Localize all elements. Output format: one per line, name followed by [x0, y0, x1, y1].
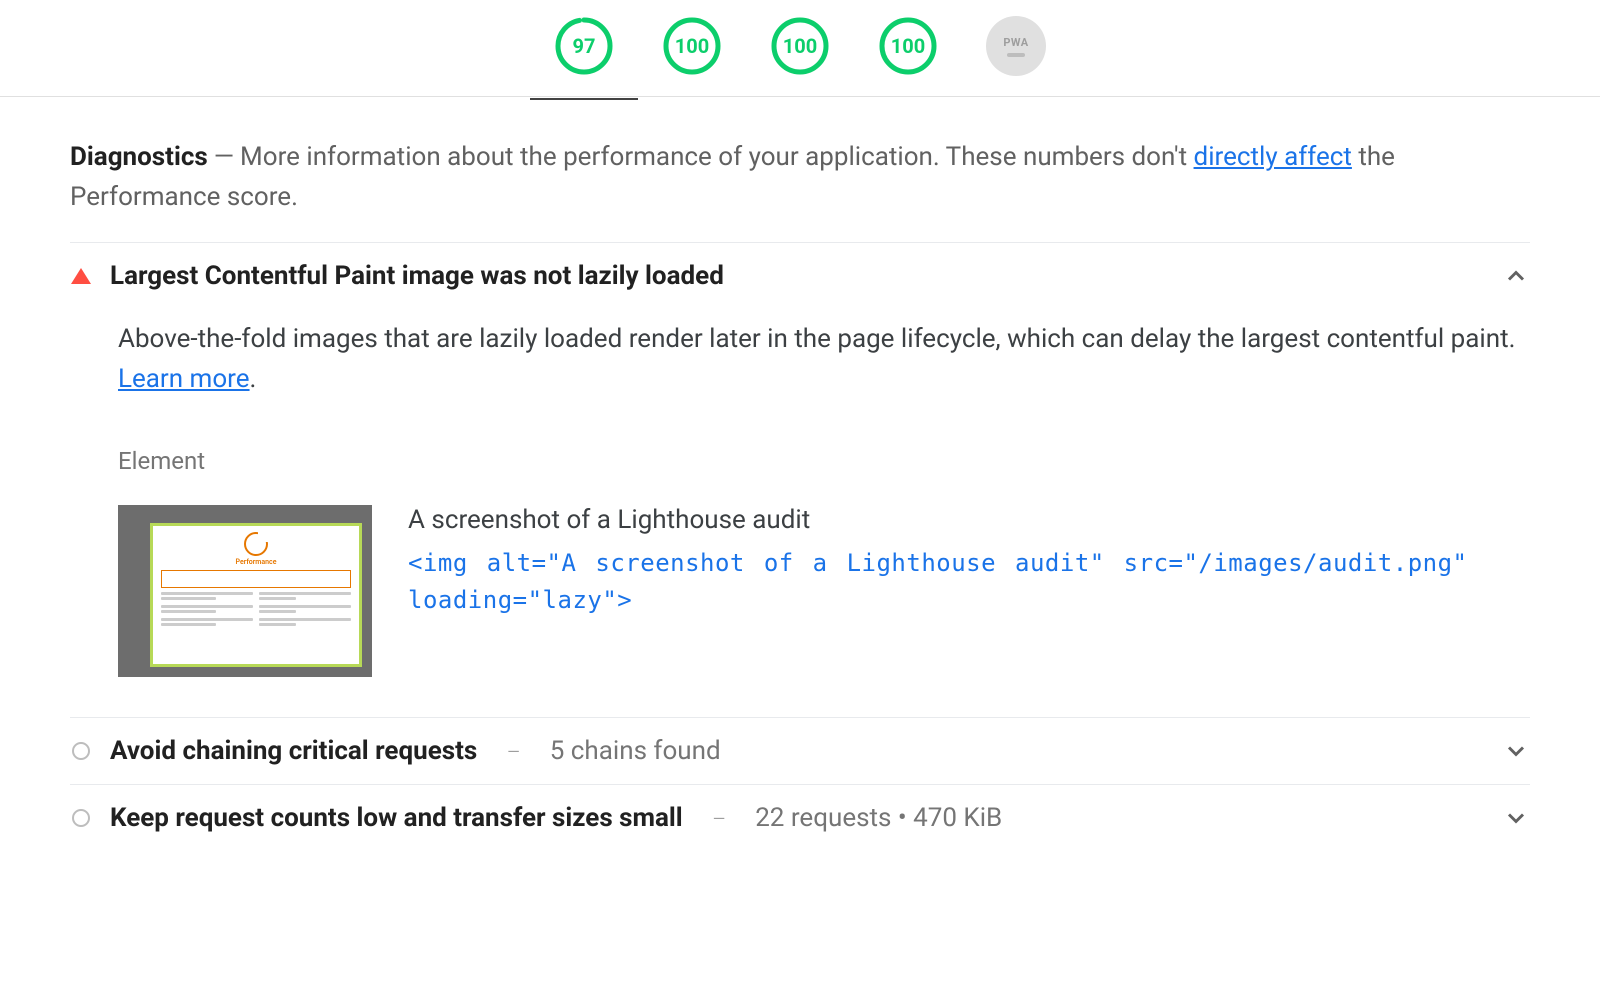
chevron-up-icon [1502, 262, 1530, 290]
circle-neutral-icon [72, 742, 90, 760]
triangle-warning-icon [71, 268, 91, 284]
audit-description: Above-the-fold images that are lazily lo… [118, 319, 1530, 400]
chevron-down-icon [1502, 737, 1530, 765]
active-tab-underline [530, 98, 638, 100]
audit-toggle[interactable]: Keep request counts low and transfer siz… [70, 785, 1530, 851]
element-thumbnail: Performance [118, 505, 372, 677]
diagnostics-desc-prefix: More information about the performance o… [240, 142, 1194, 172]
score-gauge-accessibility[interactable]: 100 [662, 16, 722, 76]
element-caption: A screenshot of a Lighthouse audit [408, 505, 1530, 535]
audit-title: Largest Contentful Paint image was not l… [110, 261, 724, 291]
pwa-label: PWA [1003, 36, 1028, 49]
score-header: 97 100 100 100 PWA [0, 0, 1600, 97]
audit-critical-chains: Avoid chaining critical requests — 5 cha… [70, 717, 1530, 784]
score-value: 100 [675, 34, 709, 58]
pwa-bar-icon [1007, 53, 1025, 57]
score-gauge-performance[interactable]: 97 [554, 16, 614, 76]
score-gauge-best-practices[interactable]: 100 [770, 16, 830, 76]
score-gauge-seo[interactable]: 100 [878, 16, 938, 76]
diagnostics-header: Diagnostics—More information about the p… [70, 137, 1530, 218]
diagnostics-title: Diagnostics [70, 142, 208, 172]
chevron-down-icon [1502, 804, 1530, 832]
circle-neutral-icon [72, 809, 90, 827]
audit-lcp-lazy: Largest Contentful Paint image was not l… [70, 242, 1530, 718]
audit-toggle[interactable]: Avoid chaining critical requests — 5 cha… [70, 718, 1530, 784]
score-value: 100 [783, 34, 817, 58]
diagnostics-link[interactable]: directly affect [1194, 142, 1352, 172]
audit-sub: 22 requests • 470 KiB [755, 803, 1002, 833]
element-column-header: Element [118, 447, 1530, 475]
audit-request-counts: Keep request counts low and transfer siz… [70, 784, 1530, 851]
audit-title: Avoid chaining critical requests [110, 736, 477, 766]
audit-toggle[interactable]: Largest Contentful Paint image was not l… [70, 243, 1530, 309]
learn-more-link[interactable]: Learn more [118, 364, 250, 394]
score-gauge-pwa[interactable]: PWA [986, 16, 1046, 76]
audit-sub: 5 chains found [550, 736, 721, 766]
score-value: 100 [891, 34, 925, 58]
element-code-snippet: <img alt="A screenshot of a Lighthouse a… [408, 545, 1530, 619]
audit-title: Keep request counts low and transfer siz… [110, 803, 683, 833]
score-value: 97 [573, 34, 596, 58]
